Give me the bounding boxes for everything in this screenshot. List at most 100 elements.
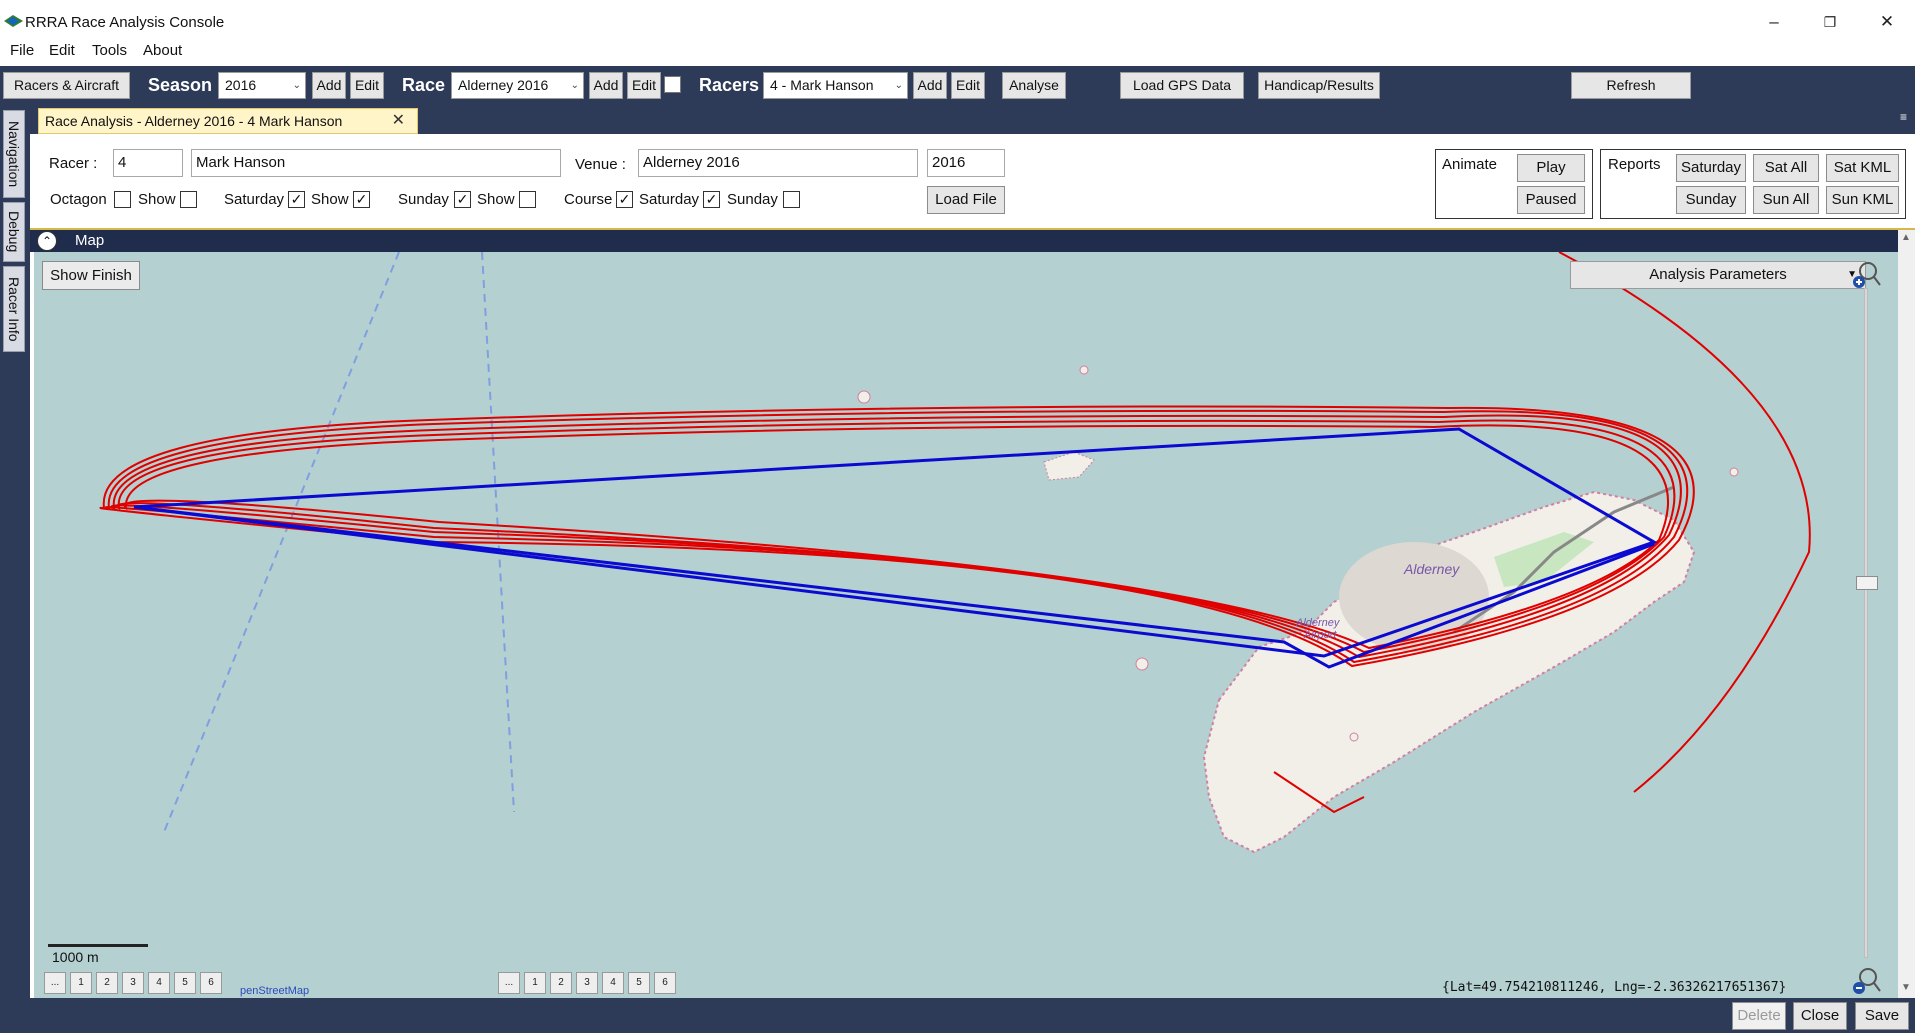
analysis-parameters-dropdown[interactable]: Analysis Parameters ▼ [1570, 261, 1866, 289]
year-field[interactable]: 2016 [927, 149, 1005, 177]
season-add-button[interactable]: Add [312, 72, 346, 99]
close-window-button[interactable]: ✕ [1863, 8, 1911, 36]
page-button-4[interactable]: 4 [602, 972, 624, 994]
menu-about[interactable]: About [143, 42, 182, 59]
race-edit-button[interactable]: Edit [627, 72, 661, 99]
race-checkbox[interactable] [664, 76, 681, 93]
race-select[interactable]: Alderney 2016 ⌄ [451, 72, 584, 99]
page-button-5[interactable]: 5 [628, 972, 650, 994]
tab-menu-icon[interactable]: ≡ [1900, 110, 1907, 124]
page-button-6[interactable]: 6 [654, 972, 676, 994]
saturday-checkbox[interactable]: ✓ [288, 191, 305, 208]
page-button-2[interactable]: 2 [96, 972, 118, 994]
octagon-checkbox[interactable] [114, 191, 131, 208]
island-alderney [1202, 490, 1696, 854]
page-button-5[interactable]: 5 [174, 972, 196, 994]
zoom-slider-thumb[interactable] [1856, 576, 1878, 590]
sunday-checkbox[interactable]: ✓ [454, 191, 471, 208]
racer-id-field[interactable]: 4 [113, 149, 183, 177]
sat-all-button[interactable]: Sat All [1753, 154, 1819, 182]
report-saturday-button[interactable]: Saturday [1676, 154, 1746, 182]
page-buttons-left: ... 1 2 3 4 5 6 [44, 972, 226, 994]
side-tab-debug[interactable]: Debug [3, 202, 25, 262]
octagon-show-label: Show [138, 191, 176, 208]
season-label: Season [148, 75, 213, 95]
load-file-button[interactable]: Load File [927, 186, 1005, 214]
sat-kml-button[interactable]: Sat KML [1826, 154, 1899, 182]
racer-select-value: 4 - Mark Hanson [770, 77, 874, 93]
venue-field[interactable]: Alderney 2016 [638, 149, 918, 177]
page-button-2[interactable]: 2 [550, 972, 572, 994]
page-button-6[interactable]: 6 [200, 972, 222, 994]
scroll-up-icon[interactable]: ▲ [1901, 232, 1911, 243]
menu-bar: File Edit Tools About [0, 38, 1915, 64]
race-label: Race [402, 75, 446, 95]
close-button[interactable]: Close [1793, 1002, 1847, 1030]
page-button-3[interactable]: 3 [576, 972, 598, 994]
season-edit-button[interactable]: Edit [350, 72, 384, 99]
course-saturday-checkbox[interactable]: ✓ [703, 191, 720, 208]
restore-button[interactable]: ❐ [1806, 8, 1854, 36]
chevron-down-icon: ⌄ [292, 80, 301, 91]
menu-edit[interactable]: Edit [49, 42, 75, 59]
close-icon[interactable]: ✕ [392, 109, 405, 133]
racers-aircraft-button[interactable]: Racers & Aircraft [3, 72, 130, 99]
minimize-button[interactable]: – [1750, 8, 1798, 36]
race-info-panel: Racer : 4 Mark Hanson Venue : Alderney 2… [30, 134, 1915, 230]
race-add-button[interactable]: Add [589, 72, 623, 99]
page-button-4[interactable]: 4 [148, 972, 170, 994]
refresh-button[interactable]: Refresh [1571, 72, 1691, 99]
sun-kml-button[interactable]: Sun KML [1826, 186, 1899, 214]
page-button-1[interactable]: 1 [70, 972, 92, 994]
scroll-down-icon[interactable]: ▼ [1901, 982, 1911, 993]
season-select[interactable]: 2016 ⌄ [218, 72, 306, 99]
save-button[interactable]: Save [1855, 1002, 1909, 1030]
sunday-show-checkbox[interactable] [519, 191, 536, 208]
place-label-alderney: Alderney [1403, 561, 1460, 577]
racer-select[interactable]: 4 - Mark Hanson ⌄ [763, 72, 908, 99]
handicap-results-button[interactable]: Handicap/Results [1258, 72, 1380, 99]
menu-tools[interactable]: Tools [92, 42, 127, 59]
saturday-label: Saturday [224, 191, 285, 208]
saturday-show-label: Show [311, 191, 349, 208]
analysis-parameters-label: Analysis Parameters [1649, 266, 1787, 283]
collapse-icon[interactable]: ⌃ [37, 231, 57, 251]
racer-edit-button[interactable]: Edit [951, 72, 985, 99]
delete-button[interactable]: Delete [1732, 1002, 1786, 1030]
sunday-label: Sunday [398, 191, 449, 208]
page-button-more[interactable]: ... [44, 972, 66, 994]
load-gps-button[interactable]: Load GPS Data [1120, 72, 1244, 99]
octagon-show-checkbox[interactable] [180, 191, 197, 208]
animate-group: Animate Play Paused [1435, 149, 1593, 219]
analyse-button[interactable]: Analyse [1002, 72, 1066, 99]
show-finish-button[interactable]: Show Finish [42, 261, 140, 290]
paused-button[interactable]: Paused [1517, 186, 1585, 214]
saturday-show-checkbox[interactable]: ✓ [353, 191, 370, 208]
racers-label: Racers [699, 75, 760, 95]
page-button-more[interactable]: ... [498, 972, 520, 994]
zoom-slider-track[interactable] [1864, 288, 1868, 958]
map-attribution[interactable]: penStreetMap [240, 985, 309, 997]
play-button[interactable]: Play [1517, 154, 1585, 182]
course-sunday-label: Sunday [727, 191, 778, 208]
page-button-3[interactable]: 3 [122, 972, 144, 994]
course-saturday-label: Saturday [639, 191, 700, 208]
racer-add-button[interactable]: Add [913, 72, 947, 99]
racer-name-field[interactable]: Mark Hanson [191, 149, 561, 177]
menu-file[interactable]: File [10, 42, 34, 59]
zoom-in-icon[interactable] [1852, 260, 1882, 290]
side-tab-racer-info[interactable]: Racer Info [3, 266, 25, 352]
side-tab-navigation[interactable]: Navigation [3, 110, 25, 198]
app-logo-icon [4, 15, 23, 27]
zoom-out-icon[interactable] [1852, 966, 1882, 996]
tab-race-analysis[interactable]: Race Analysis - Alderney 2016 - 4 Mark H… [38, 108, 418, 134]
page-button-1[interactable]: 1 [524, 972, 546, 994]
sun-all-button[interactable]: Sun All [1753, 186, 1819, 214]
course-label: Course [564, 191, 613, 208]
reports-label: Reports [1608, 156, 1661, 173]
race-map[interactable]: Alderney Alderney Airport Show Finish An… [34, 252, 1898, 998]
vertical-scrollbar[interactable]: ▲ ▼ [1898, 230, 1915, 1000]
course-sunday-checkbox[interactable] [783, 191, 800, 208]
report-sunday-button[interactable]: Sunday [1676, 186, 1746, 214]
course-checkbox[interactable]: ✓ [616, 191, 633, 208]
